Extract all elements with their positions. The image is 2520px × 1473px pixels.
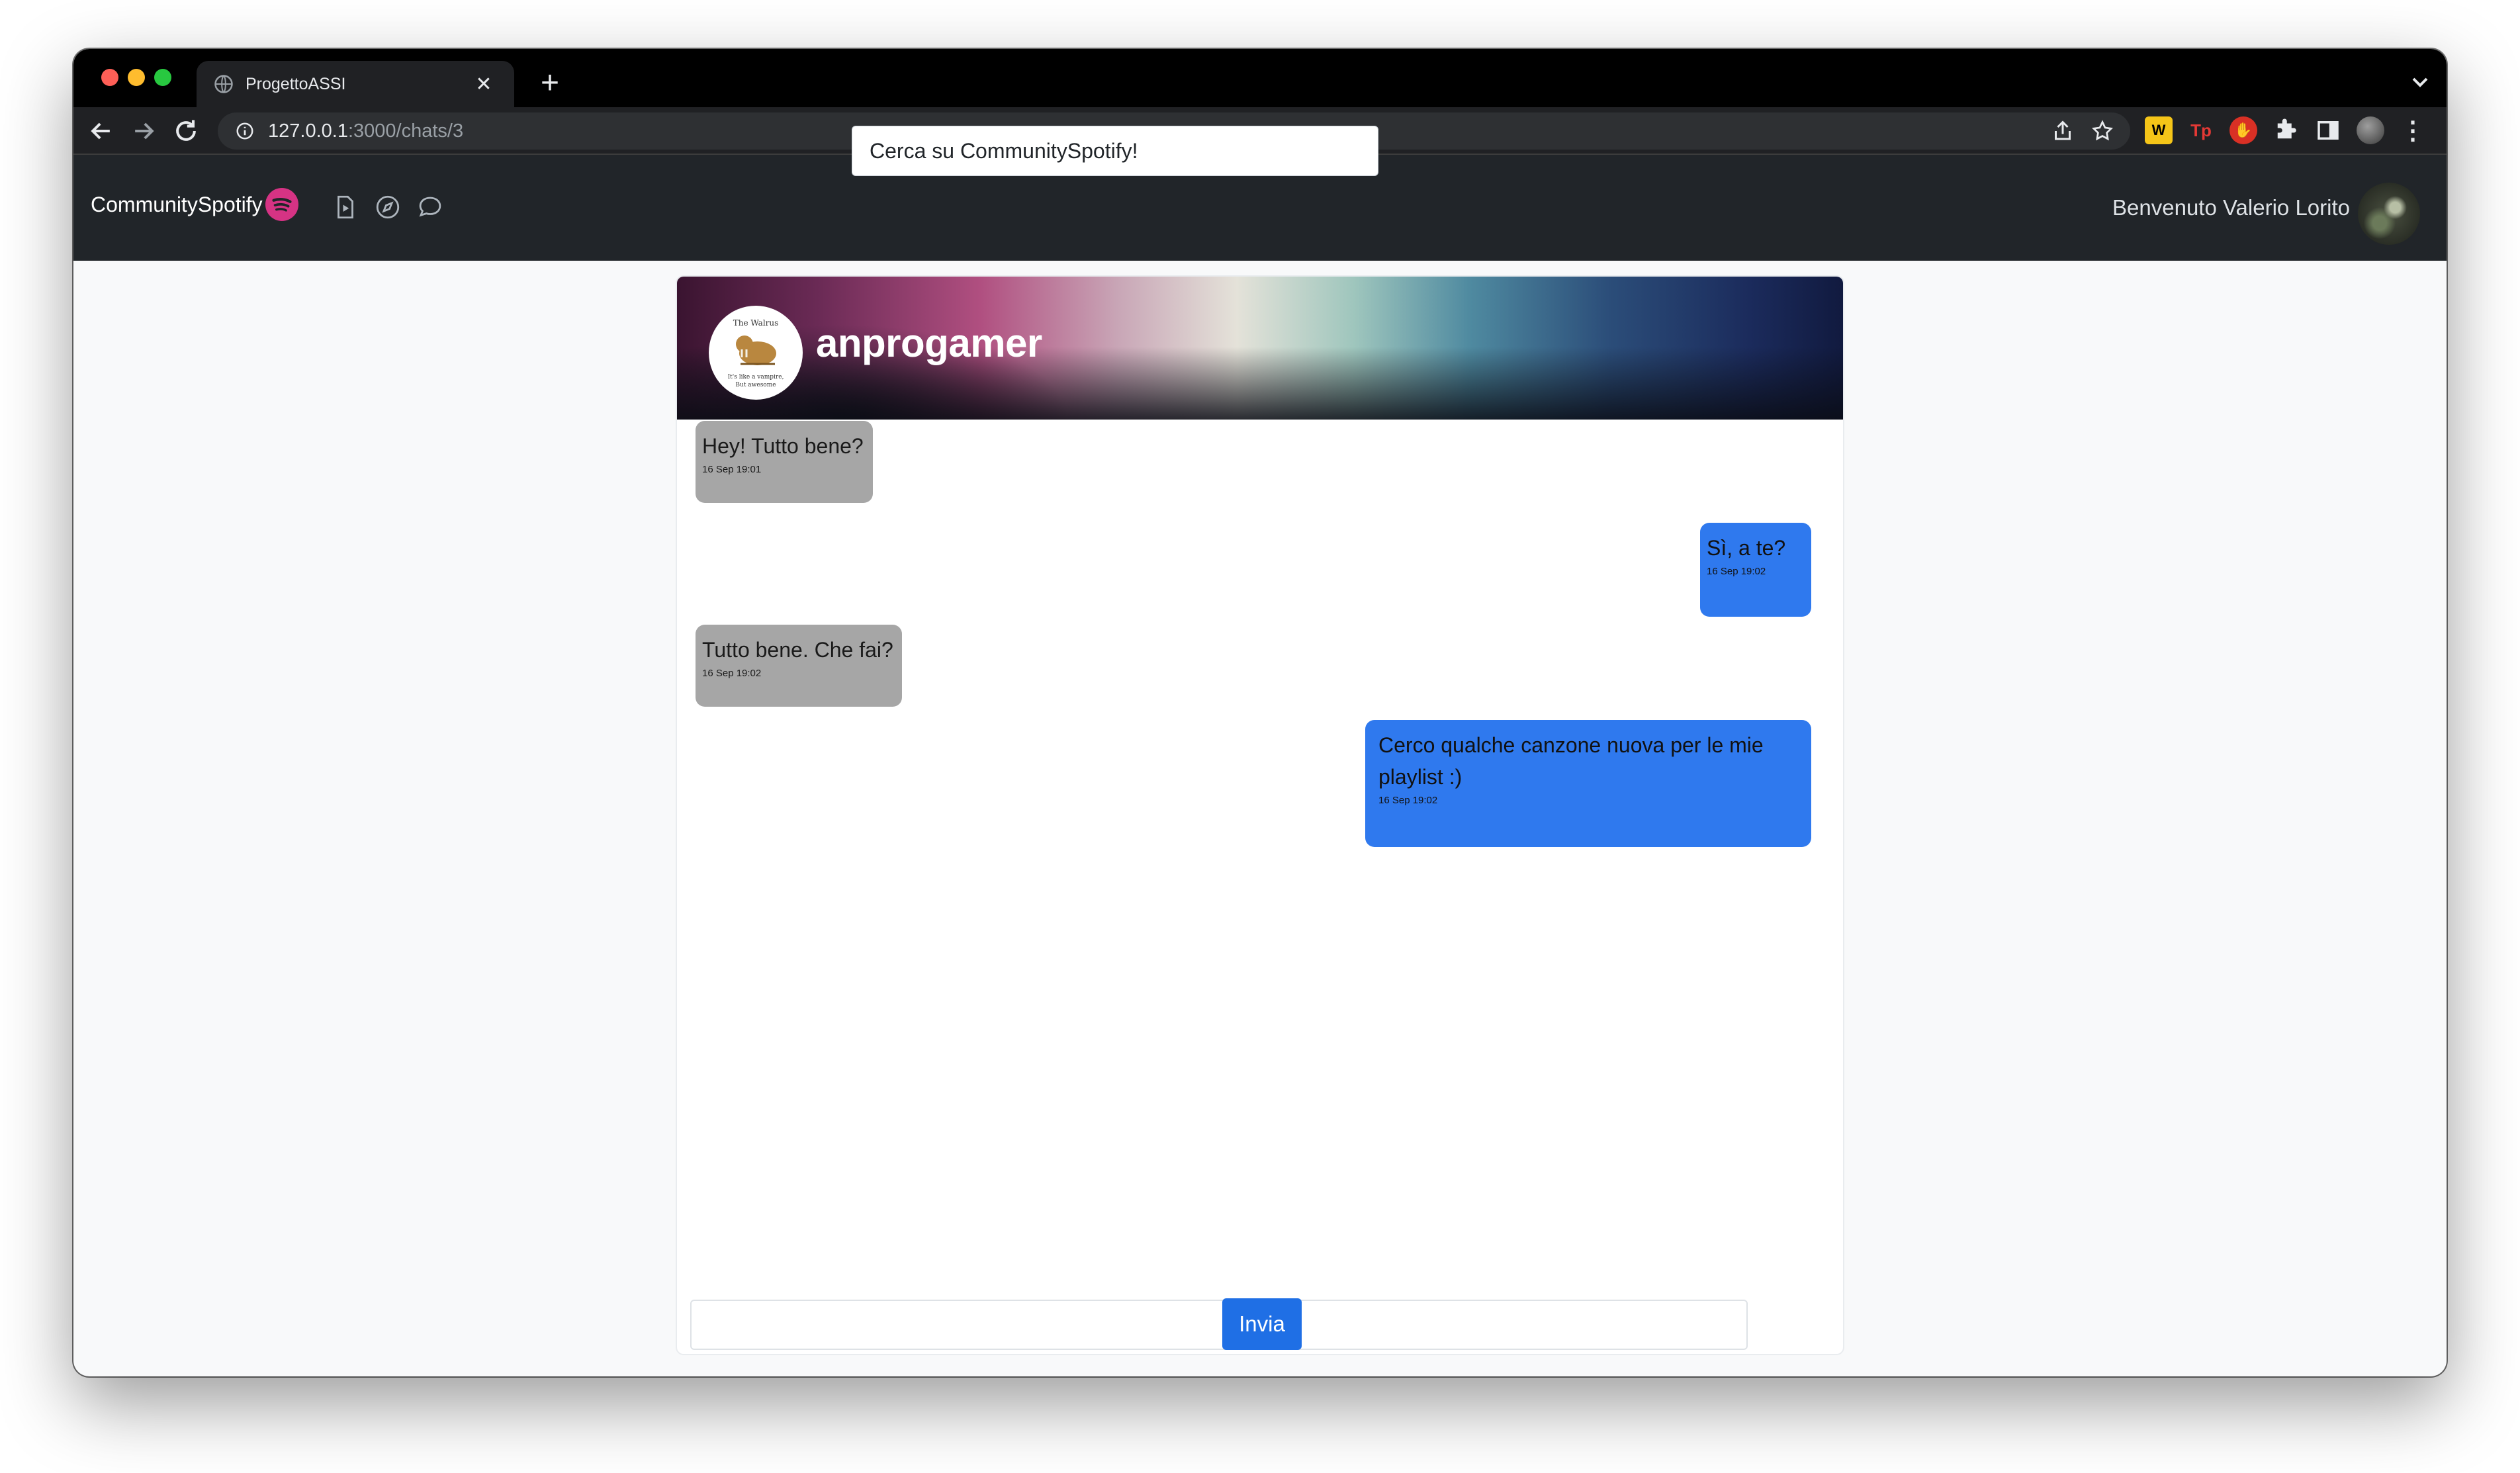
message-input[interactable]	[690, 1300, 1748, 1350]
brand-name: CommunitySpotify	[91, 192, 263, 216]
extension-w-icon[interactable]: W	[2145, 116, 2173, 144]
welcome-text: Benvenuto Valerio Lorito	[2112, 195, 2350, 220]
side-panel-icon[interactable]	[2314, 116, 2342, 144]
browser-window: ProgettoASSI ✕ + 127.0.0.1:3000/chats/3	[73, 49, 2447, 1376]
contact-avatar[interactable]: The Walrus It's like a vampire, But awes…	[709, 306, 803, 400]
message-time: 16 Sep 19:02	[1707, 566, 1766, 577]
browser-tab[interactable]: ProgettoASSI ✕	[197, 61, 514, 107]
avatar-caption-line-1: It's like a vampire,	[728, 374, 784, 380]
url-host: 127.0.0.1	[268, 120, 348, 142]
message-text: Sì, a te?	[1707, 536, 1786, 560]
plus-icon[interactable]: +	[530, 65, 570, 105]
minimize-window-button[interactable]	[128, 69, 145, 86]
chat-bubble-icon[interactable]	[416, 193, 444, 221]
message-bubble-incoming: Hey! Tutto bene? 16 Sep 19:01	[696, 421, 873, 503]
spotify-icon	[265, 188, 298, 221]
avatar-caption-line-2: But awesome	[735, 382, 776, 388]
close-window-button[interactable]	[101, 69, 118, 86]
message-text: Tutto bene. Che fai?	[702, 638, 893, 662]
globe-icon	[214, 75, 233, 93]
chat-panel: The Walrus It's like a vampire, But awes…	[676, 275, 1844, 1355]
extension-tp-icon[interactable]: Tp	[2187, 116, 2215, 144]
file-play-icon[interactable]	[332, 193, 359, 221]
url-path: :3000/chats/3	[347, 120, 464, 142]
chat-header: The Walrus It's like a vampire, But awes…	[677, 277, 1843, 420]
message-text: Hey! Tutto bene?	[702, 434, 864, 458]
message-bubble-outgoing: Cerco qualche canzone nuova per le mie p…	[1365, 720, 1811, 847]
kebab-menu-icon[interactable]: ⋮	[2399, 116, 2427, 145]
compass-icon[interactable]	[374, 193, 402, 221]
tab-title: ProgettoASSI	[246, 74, 346, 93]
close-icon[interactable]: ✕	[471, 73, 497, 96]
walrus-logo: The Walrus It's like a vampire, But awes…	[709, 306, 802, 399]
star-icon[interactable]	[2091, 119, 2114, 143]
profile-avatar-icon[interactable]	[2357, 116, 2384, 144]
search-input[interactable]	[852, 126, 1378, 176]
extension-shield-icon[interactable]: ✋	[2229, 116, 2257, 144]
url-text: 127.0.0.1:3000/chats/3	[268, 120, 463, 142]
info-icon[interactable]	[235, 121, 255, 141]
avatar-title-text: The Walrus	[733, 318, 779, 328]
message-time: 16 Sep 19:02	[1378, 795, 1438, 806]
tab-strip: ProgettoASSI ✕ +	[73, 49, 2447, 107]
message-bubble-incoming: Tutto bene. Che fai? 16 Sep 19:02	[696, 625, 902, 707]
contact-name: anprogamer	[816, 321, 1042, 365]
arrow-right-icon[interactable]	[129, 116, 158, 146]
user-avatar[interactable]	[2358, 183, 2420, 245]
message-bubble-outgoing: Sì, a te? 16 Sep 19:02	[1700, 523, 1811, 617]
message-time: 16 Sep 19:02	[702, 668, 762, 679]
message-text: Cerco qualche canzone nuova per le mie p…	[1378, 733, 1764, 789]
maximize-window-button[interactable]	[154, 69, 171, 86]
brand-link[interactable]: CommunitySpotify	[91, 188, 298, 221]
puzzle-icon[interactable]	[2272, 116, 2300, 144]
reload-icon[interactable]	[171, 116, 201, 146]
chevron-down-icon[interactable]	[2407, 69, 2433, 95]
message-time: 16 Sep 19:01	[702, 464, 762, 475]
send-button[interactable]: Invia	[1222, 1298, 1302, 1350]
arrow-left-icon[interactable]	[87, 116, 116, 146]
share-icon[interactable]	[2051, 119, 2075, 143]
